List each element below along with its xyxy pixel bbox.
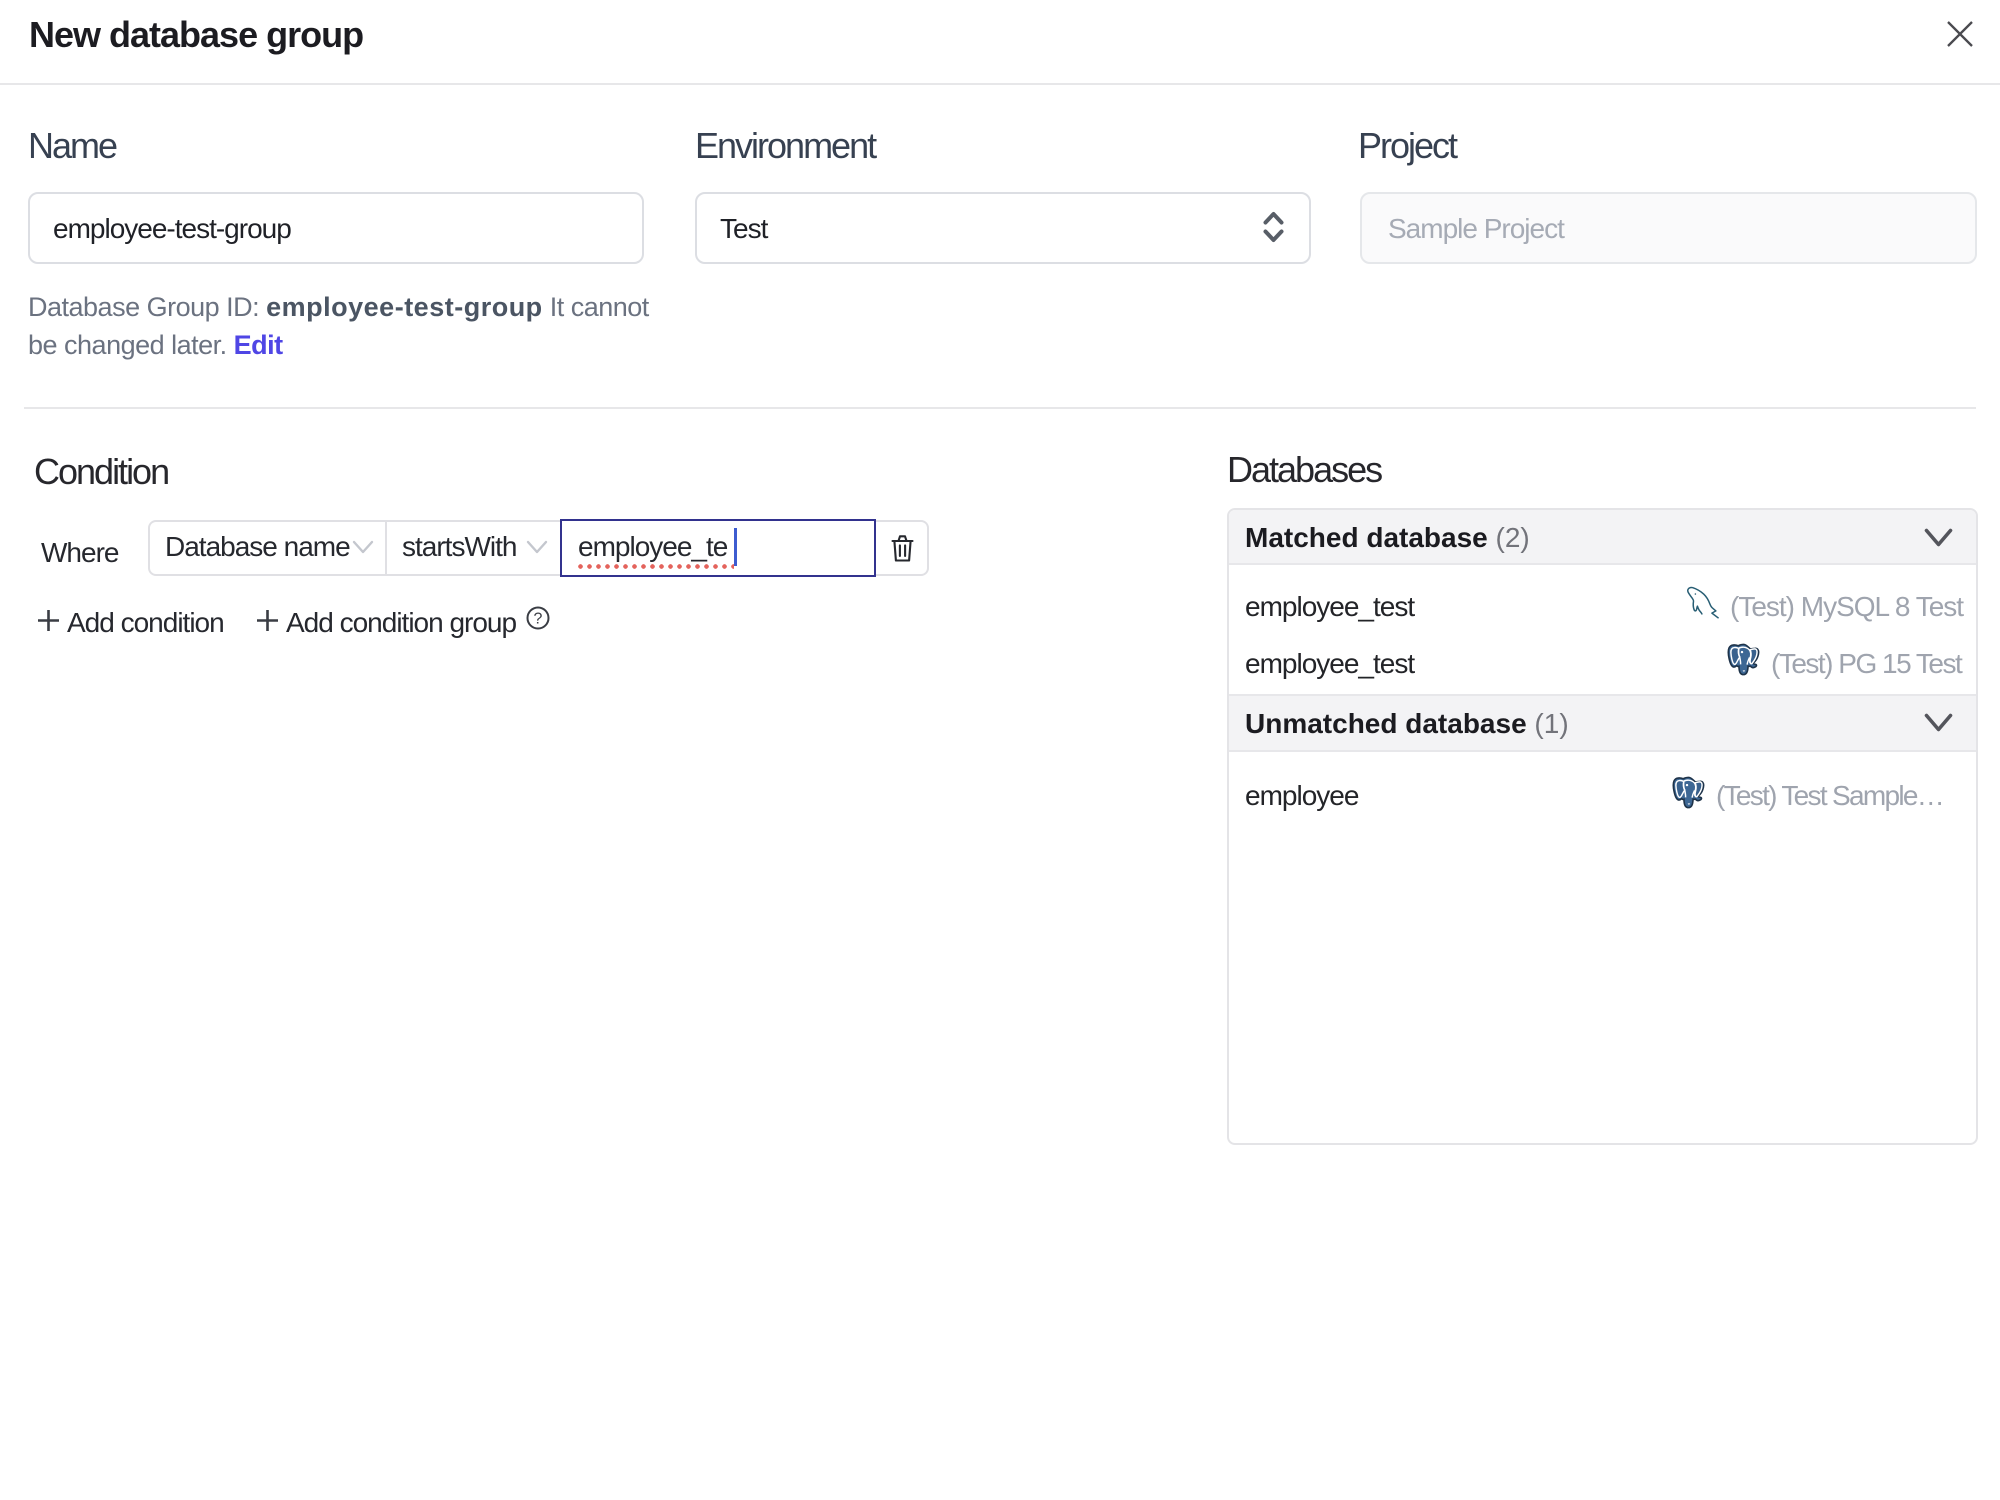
- svg-text:?: ?: [534, 611, 543, 628]
